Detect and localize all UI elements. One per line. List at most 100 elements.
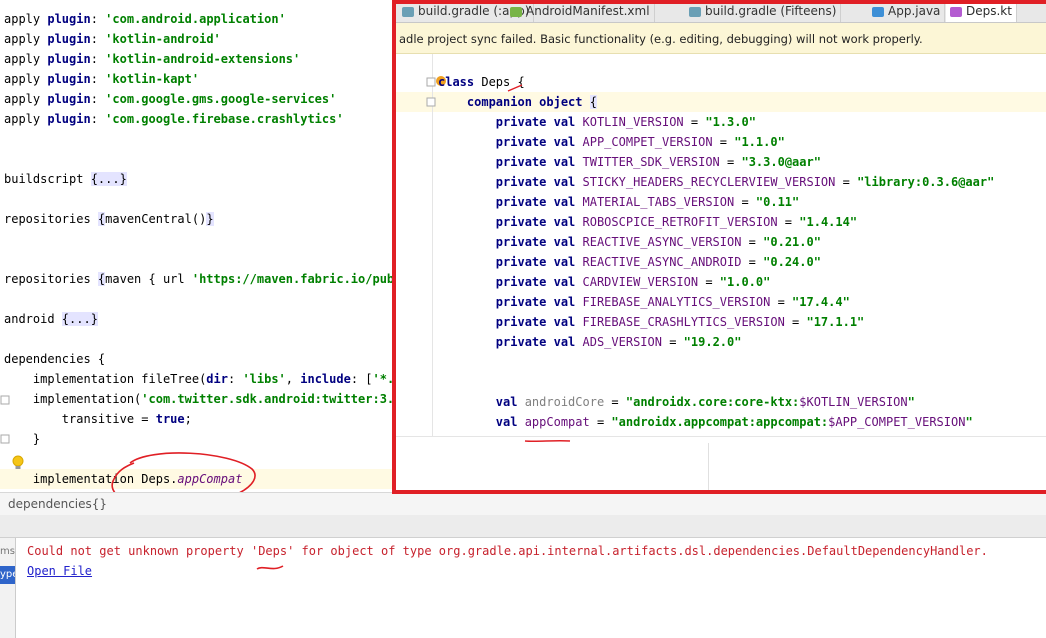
- code-line: apply plugin: 'kotlin-android': [4, 29, 221, 49]
- code-token: "1.3.0": [705, 115, 756, 129]
- code-token: :: [90, 12, 106, 26]
- editor-tab-bar: build.gradle (:app) AndroidManifest.xml bu…: [396, 4, 1046, 23]
- code-token: apply: [4, 112, 48, 126]
- code-token: transitive =: [4, 412, 156, 426]
- code-token: :: [90, 52, 106, 66]
- code-token: class: [438, 75, 482, 89]
- code-token: :: [90, 112, 106, 126]
- breadcrumb-item[interactable]: dependencies{}: [0, 497, 107, 511]
- code-token: "17.4.4": [792, 295, 850, 309]
- code-line: private val TWITTER_SDK_VERSION = "3.3.0…: [438, 152, 821, 172]
- code-token: 'com.google.firebase.crashlytics': [105, 112, 344, 126]
- code-token: apply: [4, 72, 48, 86]
- code-token: ROBOSCPICE_RETROFIT_VERSION: [582, 215, 778, 229]
- annotation-underline: [256, 565, 284, 570]
- code-token: "1.1.0": [734, 135, 785, 149]
- fold-marker-icon[interactable]: [426, 97, 436, 107]
- code-token: : [: [350, 372, 373, 386]
- open-file-link[interactable]: Open File: [27, 564, 92, 578]
- code-token: {...}: [90, 172, 127, 186]
- sync-failed-banner: adle project sync failed. Basic function…: [396, 23, 1046, 54]
- editor-tab[interactable]: AndroidManifest.xml: [506, 4, 655, 22]
- code-token: mavenCentral(): [105, 212, 207, 226]
- code-token: =: [712, 135, 735, 149]
- editor-tab-label: build.gradle (Fifteens): [705, 4, 837, 18]
- code-line: private val REACTIVE_ASYNC_VERSION = "0.…: [438, 232, 821, 252]
- editor-tab[interactable]: App.java: [868, 4, 946, 22]
- code-token: apply: [4, 92, 48, 106]
- code-token: private val: [495, 255, 583, 269]
- code-token: :: [90, 92, 106, 106]
- deps-kt-editor-window: build.gradle (:app) AndroidManifest.xml bu…: [392, 0, 1046, 494]
- code-token: 'https://maven.fabric.io/publi: [191, 272, 409, 286]
- code-line: android {...}: [4, 309, 98, 329]
- build-tree-selected-item[interactable]: ype: [0, 566, 15, 584]
- lightbulb-icon[interactable]: [11, 455, 25, 471]
- editor-tab[interactable]: build.gradle (Fifteens): [685, 4, 842, 22]
- code-token: =: [741, 235, 764, 249]
- code-token: "0.21.0": [763, 235, 821, 249]
- code-token: =: [719, 155, 742, 169]
- code-token: :: [227, 372, 243, 386]
- build-tree-item[interactable]: ms: [0, 546, 15, 557]
- fold-marker-icon[interactable]: [0, 395, 10, 407]
- right-code-editor[interactable]: class Deps { companion object { private …: [396, 54, 1046, 436]
- gradle-icon: [402, 6, 414, 17]
- code-token: $KOTLIN_VERSION: [799, 395, 908, 409]
- tool-window-header: [0, 515, 1046, 537]
- code-line: private val STICKY_HEADERS_RECYCLERVIEW_…: [438, 172, 995, 192]
- code-token: "1.0.0": [719, 275, 771, 289]
- code-token: 'kotlin-android': [105, 32, 221, 46]
- code-token: =: [770, 295, 793, 309]
- code-line: apply plugin: 'com.google.gms.google-ser…: [4, 89, 336, 109]
- code-token: androidCore: [524, 395, 605, 409]
- code-token: plugin: [47, 72, 91, 86]
- code-line: private val FIREBASE_ANALYTICS_VERSION =…: [438, 292, 850, 312]
- code-token: =: [604, 395, 626, 409]
- code-token: private val: [495, 295, 583, 309]
- code-line: transitive = true;: [4, 409, 192, 429]
- java-class-icon: [872, 6, 884, 17]
- code-token: 'com.twitter.sdk.android:twitter:3.3.: [141, 392, 409, 406]
- code-line: private val REACTIVE_ASYNC_ANDROID = "0.…: [438, 252, 821, 272]
- editor-tab[interactable]: Deps.kt: [946, 4, 1017, 22]
- code-token: "androidx.appcompat:appcompat:: [611, 415, 829, 429]
- code-token: FIREBASE_ANALYTICS_VERSION: [582, 295, 771, 309]
- code-token: dependencies {: [4, 352, 106, 366]
- code-token: plugin: [47, 12, 91, 26]
- breadcrumb[interactable]: dependencies{}: [0, 492, 1046, 516]
- error-message: Could not get unknown property 'Deps' fo…: [27, 544, 988, 558]
- build-tree-sidebar[interactable]: ms ype: [0, 538, 16, 638]
- code-token: $APP_COMPET_VERSION: [828, 415, 966, 429]
- code-line: apply plugin: 'kotlin-android-extensions…: [4, 49, 300, 69]
- code-token: "androidx.core:core-ktx:: [625, 395, 800, 409]
- code-token: plugin: [47, 52, 91, 66]
- code-token: apply: [4, 32, 48, 46]
- code-token: apply: [4, 52, 48, 66]
- code-token: repositories: [4, 212, 98, 226]
- code-token: 'libs': [242, 372, 286, 386]
- code-token: val: [495, 415, 525, 429]
- code-token: plugin: [47, 112, 91, 126]
- code-token: maven { url: [105, 272, 192, 286]
- code-token: TWITTER_SDK_VERSION: [582, 155, 720, 169]
- code-token: :: [90, 32, 106, 46]
- code-token: private val: [495, 315, 583, 329]
- code-line: apply plugin: 'com.android.application': [4, 9, 286, 29]
- code-token: =: [734, 195, 756, 209]
- code-token: ;: [184, 412, 192, 426]
- gutter-divider: [432, 54, 433, 436]
- fold-marker-icon[interactable]: [0, 434, 10, 446]
- code-token: private val: [495, 215, 583, 229]
